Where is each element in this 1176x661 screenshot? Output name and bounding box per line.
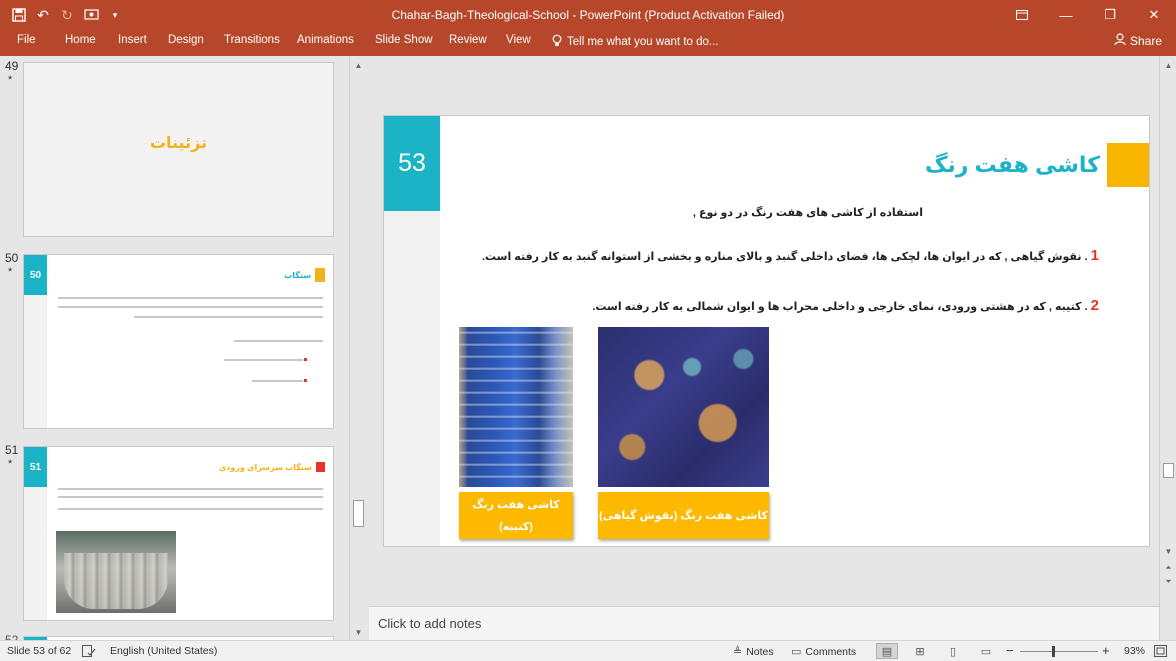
slide-scrollbar[interactable]: ▲ ▼ ⏶ ⏷ xyxy=(1159,56,1176,640)
scroll-down-icon[interactable]: ▼ xyxy=(1160,544,1176,559)
lightbulb-icon xyxy=(552,34,562,50)
zoom-in-icon[interactable]: + xyxy=(1102,643,1110,658)
tab-slide-show[interactable]: Slide Show xyxy=(375,34,433,46)
title-accent-box xyxy=(1107,143,1149,187)
caption-floral[interactable]: کاشی هفت رنگ (نقوش گیاهی) xyxy=(598,492,769,539)
tell-me-text: Tell me what you want to do... xyxy=(567,36,719,48)
tab-transitions[interactable]: Transitions xyxy=(224,34,280,46)
thumbnail-badge: 51 xyxy=(24,447,47,487)
reading-view-icon[interactable]: ▯ xyxy=(942,643,964,659)
slide-thumbnail-50[interactable]: 50 سنگاب xyxy=(23,254,334,429)
title-bar: ↶ ↻ ▾ Chahar-Bagh-Theological-School - P… xyxy=(0,0,1176,30)
tab-animations[interactable]: Animations xyxy=(297,34,354,46)
tab-home[interactable]: Home xyxy=(65,34,96,46)
thumbnail-number: 51 xyxy=(5,443,19,457)
ribbon-display-options-icon[interactable] xyxy=(1000,0,1044,30)
tab-file[interactable]: File xyxy=(17,34,36,46)
ribbon-tabs: File Home Insert Design Transitions Anim… xyxy=(0,30,1176,56)
slide-intro[interactable]: استفاده از کاشی های هفت رنگ در دو نوع , xyxy=(693,206,923,219)
scroll-thumb[interactable] xyxy=(353,500,364,527)
tell-me-box[interactable]: Tell me what you want to do... xyxy=(552,34,719,50)
window-controls: — ❐ ✕ xyxy=(1000,0,1176,30)
tab-insert[interactable]: Insert xyxy=(118,34,147,46)
close-icon[interactable]: ✕ xyxy=(1132,0,1176,30)
minimize-icon[interactable]: — xyxy=(1044,0,1088,30)
slideshow-view-icon[interactable]: ▭ xyxy=(975,643,997,659)
notes-placeholder: Click to add notes xyxy=(378,616,482,631)
animation-star-icon: * xyxy=(8,266,13,278)
animation-star-icon: * xyxy=(8,74,13,86)
slide-thumbnail-pane: 49 * تزئینات 50 * 50 سنگاب 51 * 51 سنگاب… xyxy=(0,56,348,640)
zoom-slider[interactable] xyxy=(1020,651,1098,652)
spell-check-icon[interactable] xyxy=(82,645,96,657)
notes-icon: ≜ xyxy=(733,646,743,658)
slide-thumbnail-51[interactable]: 51 سنگاب سرسرای ورودی xyxy=(23,446,334,621)
previous-slide-icon[interactable]: ⏶ xyxy=(1160,560,1176,575)
current-slide[interactable]: 53 کاشی هفت رنگ استفاده از کاشی های هفت … xyxy=(383,115,1150,547)
slide-title[interactable]: کاشی هفت رنگ xyxy=(925,152,1100,178)
thumbnail-title: تزئینات xyxy=(149,135,208,152)
presenter-icon[interactable] xyxy=(80,4,102,26)
zoom-level[interactable]: 93% xyxy=(1124,645,1145,657)
slide-thumbnail-49[interactable]: تزئینات xyxy=(23,62,334,237)
person-icon xyxy=(1114,33,1126,49)
redo-icon[interactable]: ↻ xyxy=(56,4,78,26)
thumbnail-number: 50 xyxy=(5,251,19,265)
scroll-thumb[interactable] xyxy=(1163,463,1174,478)
quick-access-toolbar: ↶ ↻ ▾ xyxy=(8,4,126,26)
tab-design[interactable]: Design xyxy=(168,34,204,46)
thumbnail-scrollbar[interactable]: ▲ ▼ xyxy=(349,56,366,640)
normal-view-icon[interactable]: ▤ xyxy=(876,643,898,659)
status-bar: Slide 53 of 62 English (United States) ≜… xyxy=(0,640,1176,661)
caption-inscription[interactable]: کاشی هفت رنگ (کتیبه) xyxy=(459,492,573,539)
zoom-out-icon[interactable]: − xyxy=(1006,643,1014,658)
comment-icon: ▭ xyxy=(791,646,802,658)
scroll-up-icon[interactable]: ▲ xyxy=(1160,58,1176,73)
next-slide-icon[interactable]: ⏷ xyxy=(1160,574,1176,589)
save-icon[interactable] xyxy=(8,4,30,26)
animation-star-icon: * xyxy=(8,458,13,470)
urn-photo xyxy=(56,531,176,613)
comments-toggle[interactable]: ▭ Comments xyxy=(791,645,856,659)
customize-icon[interactable]: ▾ xyxy=(104,4,126,26)
fit-slide-icon[interactable] xyxy=(1154,645,1167,657)
tab-view[interactable]: View xyxy=(506,34,531,46)
thumbnail-number: 49 xyxy=(5,59,19,73)
slide-counter[interactable]: Slide 53 of 62 xyxy=(7,645,71,657)
restore-icon[interactable]: ❐ xyxy=(1088,0,1132,30)
bullet-item-1[interactable]: 1 . نقوش گیاهی , که در ایوان ها، لچکی ها… xyxy=(482,247,1099,264)
slide-number-badge: 53 xyxy=(384,116,440,211)
inscription-tile-photo[interactable] xyxy=(459,327,573,487)
bullet-item-2[interactable]: 2 . کتیبه , که در هشتی ورودی، نمای خارجی… xyxy=(592,297,1099,314)
thumbnail-title: سنگاب xyxy=(284,270,311,280)
scroll-up-icon[interactable]: ▲ xyxy=(350,58,367,73)
notes-toggle[interactable]: ≜ Notes xyxy=(733,645,774,659)
notes-pane[interactable]: Click to add notes xyxy=(369,606,1159,640)
tab-review[interactable]: Review xyxy=(449,34,487,46)
zoom-slider-knob[interactable] xyxy=(1052,646,1055,657)
thumbnail-title: سنگاب سرسرای ورودی xyxy=(218,462,312,472)
floral-tile-photo[interactable] xyxy=(598,327,769,487)
slide-sorter-icon[interactable]: ⊞ xyxy=(909,643,931,659)
share-label: Share xyxy=(1129,34,1162,48)
undo-icon[interactable]: ↶ xyxy=(32,4,54,26)
thumbnail-badge: 50 xyxy=(24,255,47,295)
language-indicator[interactable]: English (United States) xyxy=(110,645,217,657)
share-button[interactable]: Share xyxy=(1114,33,1162,49)
scroll-down-icon[interactable]: ▼ xyxy=(350,625,367,640)
